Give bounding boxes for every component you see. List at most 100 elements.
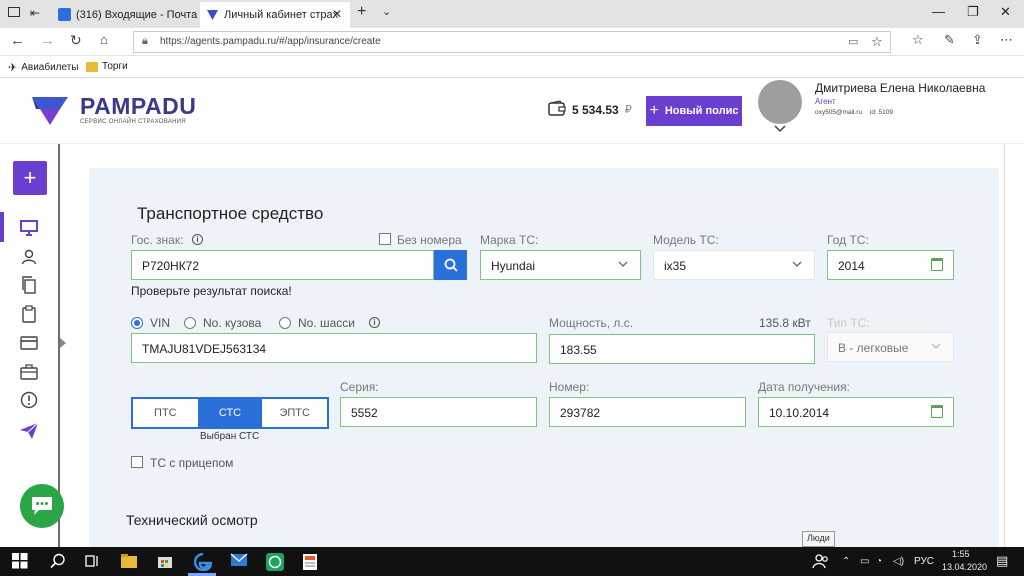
- card-icon: [20, 336, 38, 350]
- year-label: Год ТС:: [827, 233, 869, 247]
- search-icon[interactable]: [50, 553, 68, 570]
- radio-chassis-no-label: No. шасси: [298, 316, 356, 330]
- sidebar-item-briefcase[interactable]: [18, 362, 40, 382]
- back-arrow-icon[interactable]: ←: [10, 32, 25, 49]
- info-icon[interactable]: i: [369, 317, 380, 328]
- inspection-title: Технический осмотр: [126, 512, 258, 528]
- calendar-icon[interactable]: [931, 258, 943, 271]
- sidebar-item-user[interactable]: [18, 247, 40, 267]
- close-window-icon[interactable]: ✕: [1000, 4, 1011, 20]
- year-input[interactable]: 2014: [827, 250, 954, 280]
- chat-icon: [32, 497, 52, 515]
- pampadu-favicon-icon: [206, 8, 219, 21]
- sidebar-item-monitor[interactable]: [18, 218, 40, 238]
- date-input[interactable]: 10.10.2014: [758, 397, 954, 427]
- tab-list-chevron-icon[interactable]: ⌄: [382, 5, 391, 18]
- date-label: Дата получения:: [758, 380, 850, 394]
- home-icon[interactable]: ⌂: [100, 32, 108, 47]
- power-input[interactable]: 183.55: [549, 334, 815, 364]
- type-select[interactable]: B - легковые: [827, 332, 954, 362]
- reading-view-icon[interactable]: ▭: [848, 35, 858, 48]
- sidebar-item-copies[interactable]: [18, 275, 40, 295]
- make-select[interactable]: Hyundai: [480, 250, 641, 280]
- avatar[interactable]: [758, 80, 802, 124]
- new-policy-button[interactable]: + Новый полис: [646, 96, 742, 126]
- pampadu-logo-icon[interactable]: [30, 93, 70, 132]
- volume-icon[interactable]: ◁): [893, 556, 904, 567]
- user-email-line: oxy505@mail.ru id: 5109: [815, 109, 893, 116]
- people-icon[interactable]: [812, 553, 830, 570]
- no-plate-checkbox[interactable]: [379, 233, 391, 245]
- restore-icon[interactable]: ❐: [967, 4, 979, 20]
- edge-icon[interactable]: [193, 552, 213, 572]
- plate-search-button[interactable]: [434, 250, 467, 280]
- radio-chassis-no[interactable]: [279, 317, 291, 329]
- model-label: Модель ТС:: [653, 233, 719, 247]
- trailer-checkbox[interactable]: [131, 456, 143, 468]
- task-view-icon[interactable]: [84, 553, 102, 570]
- series-input[interactable]: 5552: [340, 397, 537, 427]
- pen-icon[interactable]: ✎: [944, 32, 955, 48]
- doc-pts-button[interactable]: ПТС: [133, 399, 198, 427]
- whatsapp-icon[interactable]: [266, 553, 284, 571]
- battery-icon[interactable]: ▭: [860, 556, 869, 567]
- favorites-icon[interactable]: ☆: [912, 32, 924, 48]
- language-indicator[interactable]: РУС: [914, 556, 934, 567]
- plate-label: Гос. знак:: [131, 233, 184, 247]
- radio-body-no[interactable]: [184, 317, 196, 329]
- favorite-star-icon[interactable]: ☆: [871, 34, 883, 50]
- more-icon[interactable]: ⋯: [1000, 32, 1013, 48]
- network-icon[interactable]: ◔: [876, 556, 882, 567]
- close-tab-icon[interactable]: ✕: [332, 7, 342, 21]
- refresh-icon[interactable]: ↻: [70, 32, 82, 49]
- tab-pampadu[interactable]: Личный кабинет страх ✕: [200, 2, 350, 28]
- chat-button[interactable]: [20, 484, 64, 528]
- forward-arrow-icon[interactable]: →: [40, 32, 55, 49]
- new-policy-label: Новый полис: [664, 105, 739, 117]
- sidebar-expand-arrow-icon[interactable]: [60, 338, 66, 348]
- notifications-icon[interactable]: ▤: [996, 553, 1008, 569]
- sidebar-item-card[interactable]: [18, 333, 40, 353]
- sidebar-item-clipboard[interactable]: [18, 304, 40, 324]
- bookmark-flights-label: Авиабилеты: [21, 62, 79, 73]
- plate-input[interactable]: Р720НК72: [131, 250, 434, 280]
- sidebar-add-button[interactable]: +: [13, 161, 47, 195]
- doc-sts-button[interactable]: СТС: [197, 399, 263, 427]
- new-tab-icon[interactable]: +: [357, 3, 366, 21]
- logo-text[interactable]: PAMPADU: [80, 93, 196, 120]
- windows-start-icon[interactable]: [12, 553, 30, 570]
- calendar-icon[interactable]: [931, 405, 943, 418]
- mail-app-icon[interactable]: [230, 553, 248, 570]
- vin-input[interactable]: TMAJU81VDEJ563134: [131, 333, 537, 363]
- logo-subtitle: СЕРВИС ОНЛАЙН СТРАХОВАНИЯ: [80, 119, 187, 125]
- file-explorer-icon[interactable]: [120, 553, 138, 570]
- sidebar-item-send[interactable]: [18, 421, 40, 441]
- clock-date[interactable]: 13.04.2020: [942, 562, 987, 572]
- tab-actions-icon[interactable]: [8, 7, 20, 17]
- model-select[interactable]: ix35: [653, 250, 815, 280]
- tray-chevron-up-icon[interactable]: ⌃: [842, 556, 850, 567]
- doc-epts-button[interactable]: ЭПТС: [262, 399, 328, 427]
- clock-time[interactable]: 1:55: [952, 549, 970, 559]
- number-input[interactable]: 293782: [549, 397, 746, 427]
- send-icon: [20, 422, 39, 439]
- info-icon[interactable]: i: [192, 234, 203, 245]
- bookmark-flights[interactable]: ✈ Авиабилеты: [8, 61, 79, 74]
- tab-aside-icon[interactable]: ⇤: [30, 6, 40, 20]
- balance[interactable]: 5 534.53 ₽: [548, 100, 632, 119]
- bookmark-torgi[interactable]: Торги: [86, 61, 128, 72]
- copy-icon: [22, 276, 36, 294]
- store-icon[interactable]: [156, 553, 174, 570]
- chevron-down-icon[interactable]: [774, 124, 786, 136]
- type-value: B - легковые: [838, 341, 909, 355]
- tab-mail[interactable]: (316) Входящие - Почта Ma: [52, 2, 200, 28]
- sidebar-item-alert[interactable]: [18, 390, 40, 410]
- mail-icon: [58, 8, 71, 21]
- folder-icon: [86, 61, 98, 72]
- minimize-icon[interactable]: —: [932, 4, 945, 19]
- share-icon[interactable]: ⇪: [972, 32, 983, 48]
- document-app-icon[interactable]: [302, 553, 320, 570]
- url-input[interactable]: 🔒︎ https://agents.pampadu.ru/#/app/insur…: [133, 31, 891, 53]
- balance-currency: ₽: [624, 104, 632, 116]
- radio-vin[interactable]: [131, 317, 143, 329]
